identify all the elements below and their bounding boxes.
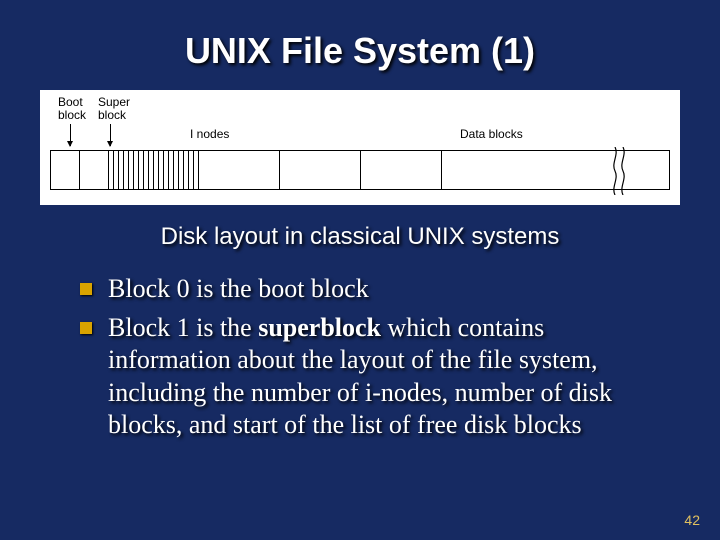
page-number: 42 — [684, 512, 700, 528]
bullet-text: Block 0 is the boot block — [108, 274, 369, 303]
bullet-text-pre: Block 1 is the — [108, 313, 258, 342]
super-block-cell — [80, 151, 109, 189]
bullet-list: Block 0 is the boot block Block 1 is the… — [40, 273, 680, 442]
diagram-caption: Disk layout in classical UNIX systems — [40, 223, 680, 251]
bullet-icon — [80, 322, 92, 334]
list-item: Block 1 is the superblock which contains… — [80, 312, 660, 442]
boot-block-cell — [51, 151, 80, 189]
disk-bar — [50, 150, 670, 190]
super-arrow — [110, 124, 111, 146]
super-block-label: Super block — [98, 96, 130, 122]
list-item: Block 0 is the boot block — [80, 273, 660, 306]
break-mark — [613, 147, 629, 193]
disk-layout-diagram: Boot block Super block I nodes Data bloc… — [40, 90, 680, 205]
data-block-cell — [361, 151, 442, 189]
data-block-cell — [199, 151, 280, 189]
boot-block-label: Boot block — [58, 96, 86, 122]
data-block-cell-wide — [442, 151, 669, 189]
bullet-icon — [80, 283, 92, 295]
inodes-label: I nodes — [190, 128, 229, 141]
boot-arrow — [70, 124, 71, 146]
slide: UNIX File System (1) Boot block Super bl… — [0, 0, 720, 540]
page-title: UNIX File System (1) — [40, 30, 680, 72]
data-blocks-label: Data blocks — [460, 128, 523, 141]
bullet-text-bold: superblock — [258, 313, 381, 342]
data-block-cell — [280, 151, 361, 189]
